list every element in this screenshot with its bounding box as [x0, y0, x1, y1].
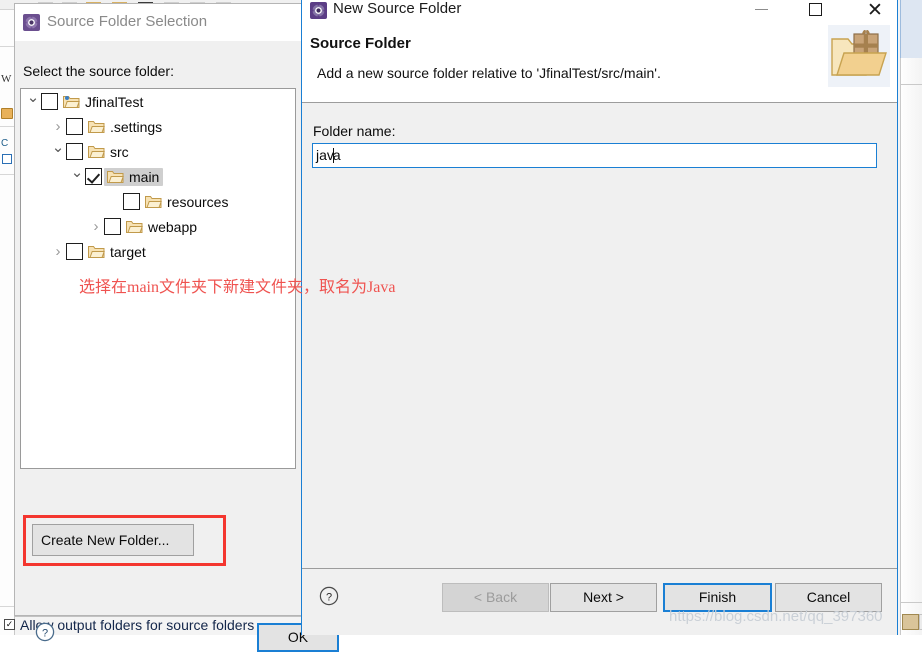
chevron-down-icon[interactable] — [50, 144, 66, 159]
tree-checkbox[interactable] — [85, 168, 102, 185]
allow-output-folders-label: Allow output folders for source folders — [20, 618, 255, 633]
new-source-folder-titlebar[interactable]: New Source Folder ✕ — [302, 0, 897, 21]
tree-item-label: JfinalTest — [85, 93, 144, 110]
select-source-folder-prompt: Select the source folder: — [23, 63, 174, 79]
folder-icon — [126, 220, 143, 233]
tree-checkbox[interactable] — [66, 118, 83, 135]
tree-item-settings[interactable]: .settings — [21, 114, 295, 139]
chevron-right-icon[interactable] — [50, 244, 66, 259]
folder-name-text-before-caret: jav — [316, 147, 334, 163]
tree-item-label: .settings — [110, 118, 163, 135]
chevron-down-icon[interactable] — [25, 94, 41, 109]
new-source-folder-header: Source Folder Add a new source folder re… — [302, 21, 897, 103]
tree-checkbox[interactable] — [66, 143, 83, 160]
svg-text:?: ? — [42, 627, 48, 639]
header-title: Source Folder — [310, 35, 411, 52]
tree-item-jfinaltest[interactable]: JfinalTest — [21, 89, 295, 114]
folder-name-label: Folder name: — [313, 123, 396, 139]
allow-output-folders-checkbox[interactable]: ✓ — [4, 619, 15, 630]
header-description: Add a new source folder relative to 'Jfi… — [317, 65, 661, 81]
folder-with-gift-icon — [828, 25, 890, 87]
new-source-folder-title: New Source Folder — [333, 0, 462, 17]
tree-item-src[interactable]: src — [21, 139, 295, 164]
tree-item-label: resources — [167, 193, 229, 210]
folder-icon — [107, 170, 124, 183]
folder-project-icon — [63, 95, 80, 108]
ide-right-top-panel — [900, 0, 922, 58]
source-folder-selection-titlebar: Source Folder Selection — [15, 4, 301, 41]
watermark-text: https://blog.csdn.net/qq_397360 — [669, 608, 883, 625]
tree-checkbox[interactable] — [104, 218, 121, 235]
chevron-down-icon[interactable] — [69, 169, 85, 184]
next-button[interactable]: Next > — [550, 583, 657, 612]
ide-left-edge-panel: W C — [0, 0, 15, 635]
ide-left-glyph-w: W — [1, 73, 12, 85]
help-question-icon[interactable]: ? — [35, 622, 55, 642]
ide-left-folder-icon — [1, 108, 13, 119]
tree-item-main[interactable]: main — [21, 164, 295, 189]
tree-checkbox[interactable] — [123, 193, 140, 210]
tree-item-resources[interactable]: resources — [21, 189, 295, 214]
eclipse-gear-icon — [23, 14, 40, 31]
tree-checkbox[interactable] — [41, 93, 58, 110]
ide-right-separator-lower — [900, 602, 922, 603]
chevron-right-icon[interactable] — [88, 219, 104, 234]
ide-right-edge-panel — [900, 0, 922, 635]
tree-item-webapp[interactable]: webapp — [21, 214, 295, 239]
tree-item-label: main — [129, 168, 160, 185]
folder-name-text-after-caret: a — [332, 147, 341, 163]
source-folder-selection-title: Source Folder Selection — [47, 13, 208, 30]
tree-checkbox[interactable] — [66, 243, 83, 260]
svg-text:?: ? — [326, 591, 332, 603]
chinese-annotation-text: 选择在main文件夹下新建文件夹，取名为Java — [79, 279, 396, 296]
source-folder-selection-body: Select the source folder: JfinalTest — [15, 41, 339, 652]
ide-right-separator — [900, 84, 922, 85]
folder-name-input[interactable]: java — [312, 143, 877, 168]
new-source-folder-content: Folder name: java — [302, 103, 897, 568]
back-button: < Back — [442, 583, 549, 612]
create-new-folder-button[interactable]: Create New Folder... — [32, 524, 194, 556]
tree-item-label: src — [110, 143, 129, 160]
eclipse-gear-icon — [310, 2, 327, 19]
ide-left-glyph-c: C — [1, 138, 9, 149]
folder-icon — [88, 120, 105, 133]
folder-icon — [145, 195, 162, 208]
help-question-icon[interactable]: ? — [319, 586, 339, 606]
minimize-icon[interactable] — [743, 0, 789, 21]
bottom-divider — [14, 616, 302, 617]
new-source-folder-dialog: New Source Folder ✕ Source Folder Add a … — [301, 0, 898, 635]
folder-icon — [88, 145, 105, 158]
source-folder-selection-dialog: Source Folder Selection Select the sourc… — [14, 3, 339, 652]
ide-right-toolbar-icon[interactable] — [902, 614, 919, 630]
ide-left-box-icon — [2, 154, 12, 164]
close-icon[interactable]: ✕ — [852, 0, 898, 21]
chevron-right-icon[interactable] — [50, 119, 66, 134]
maximize-icon[interactable] — [795, 0, 841, 21]
tree-item-label: webapp — [148, 218, 198, 235]
folder-icon — [88, 245, 105, 258]
tree-item-target[interactable]: target — [21, 239, 295, 264]
tree-item-label: target — [110, 243, 146, 260]
